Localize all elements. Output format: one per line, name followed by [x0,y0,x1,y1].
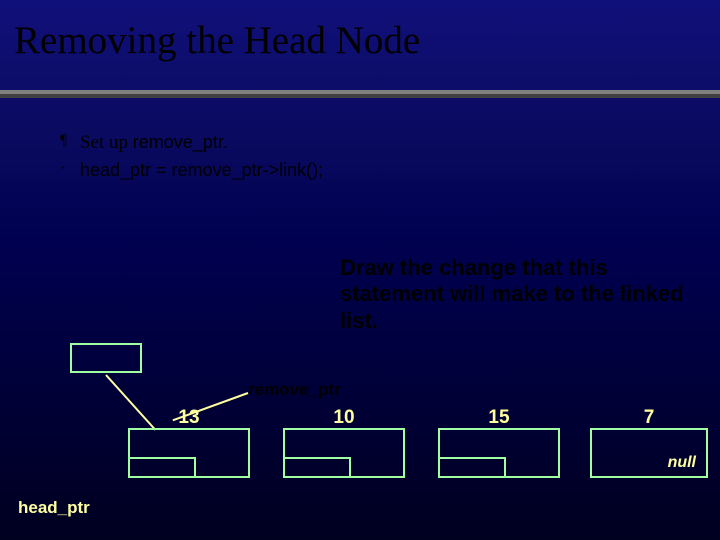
bullet-2-marker: · [60,160,80,178]
title-underline [0,90,720,94]
bullet-2: · head_ptr = remove_ptr->link(); [60,160,323,181]
node-4-null: null [668,454,696,472]
remove-ptr-box [70,343,142,373]
node-3-divider [440,457,506,476]
callout-text: Draw the change that this statement will… [340,255,690,334]
node-1-divider [130,457,196,476]
node-3: 15 [438,428,560,478]
bullet-1-marker: ¶ [60,132,80,150]
remove-ptr-label: remove_ptr [248,380,341,400]
node-4-value: 7 [592,407,706,429]
node-1: 13 [128,428,250,478]
node-4: 7 null [590,428,708,478]
node-2-divider [285,457,351,476]
node-3-value: 15 [440,407,558,429]
bullet-1: ¶ Set up remove_ptr. [60,132,323,154]
node-1-value: 13 [130,407,248,429]
slide-title: Removing the Head Node [14,18,420,63]
bullet-list: ¶ Set up remove_ptr. · head_ptr = remove… [60,132,323,187]
bullet-1-code: remove_ptr. [133,132,228,152]
bullet-2-code: head_ptr = remove_ptr->link(); [80,160,323,181]
node-2: 10 [283,428,405,478]
node-2-value: 10 [285,407,403,429]
bullet-1-prefix: Set up [80,132,133,153]
head-ptr-label: head_ptr [18,498,90,518]
bullet-1-text: Set up remove_ptr. [80,132,228,154]
